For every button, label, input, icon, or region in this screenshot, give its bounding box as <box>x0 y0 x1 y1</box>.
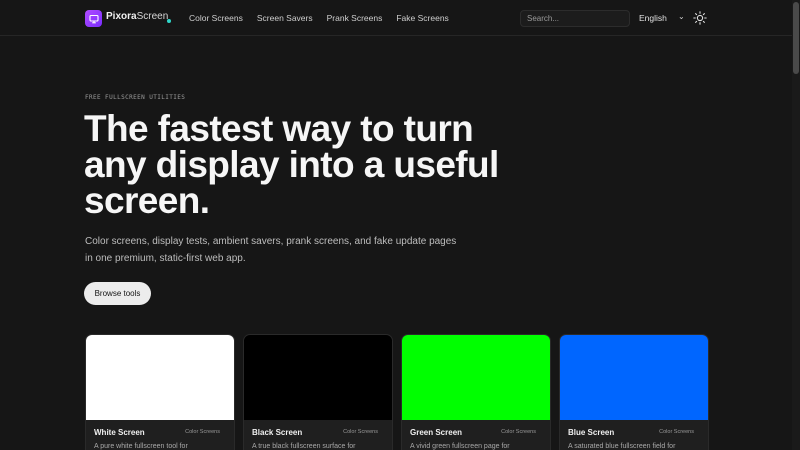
card-swatch <box>402 335 550 420</box>
card-category-tag: Color Screens <box>659 429 694 435</box>
card-black-screen[interactable]: Black Screen Color Screens A true black … <box>243 334 393 450</box>
main-nav: Color Screens Screen Savers Prank Screen… <box>189 13 449 23</box>
card-description: A vivid green fullscreen page for <box>410 443 510 450</box>
card-category-tag: Color Screens <box>501 429 536 435</box>
nav-screen-savers[interactable]: Screen Savers <box>257 13 313 23</box>
tool-cards: White Screen Color Screens A pure white … <box>85 334 710 450</box>
hero-headline: The fastest way to turn any display into… <box>84 108 499 221</box>
brand-dot <box>167 19 171 23</box>
card-title: White Screen <box>94 428 145 437</box>
scrollbar-thumb[interactable] <box>793 2 799 74</box>
hero-eyebrow: FREE FULLSCREEN UTILITIES <box>85 94 186 101</box>
logo-mark[interactable] <box>85 10 102 27</box>
card-description: A pure white fullscreen tool for <box>94 443 188 450</box>
nav-prank-screens[interactable]: Prank Screens <box>327 13 383 23</box>
card-category-tag: Color Screens <box>343 429 378 435</box>
search-input[interactable] <box>520 10 630 27</box>
hero-subtext: Color screens, display tests, ambient sa… <box>85 236 457 264</box>
card-green-screen[interactable]: Green Screen Color Screens A vivid green… <box>401 334 551 450</box>
nav-fake-screens[interactable]: Fake Screens <box>396 13 448 23</box>
chevron-down-icon[interactable]: ⌄ <box>678 12 685 21</box>
card-category-tag: Color Screens <box>185 429 220 435</box>
top-header: PixoraScreen Color Screens Screen Savers… <box>0 0 792 36</box>
card-description: A saturated blue fullscreen field for <box>568 443 676 450</box>
card-title: Black Screen <box>252 428 303 437</box>
nav-color-screens[interactable]: Color Screens <box>189 13 243 23</box>
brand-suffix: Screen <box>136 11 169 22</box>
brand-name[interactable]: PixoraScreen <box>106 11 168 22</box>
monitor-icon <box>88 14 99 23</box>
card-swatch <box>86 335 234 420</box>
language-select[interactable]: English <box>639 13 667 23</box>
card-title: Blue Screen <box>568 428 615 437</box>
card-swatch <box>244 335 392 420</box>
card-swatch <box>560 335 708 420</box>
card-title: Green Screen <box>410 428 463 437</box>
sun-icon[interactable] <box>693 11 707 25</box>
brand-primary: Pixora <box>106 11 137 22</box>
browse-tools-button[interactable]: Browse tools <box>84 282 151 305</box>
card-description: A true black fullscreen surface for <box>252 443 356 450</box>
card-white-screen[interactable]: White Screen Color Screens A pure white … <box>85 334 235 450</box>
card-blue-screen[interactable]: Blue Screen Color Screens A saturated bl… <box>559 334 709 450</box>
